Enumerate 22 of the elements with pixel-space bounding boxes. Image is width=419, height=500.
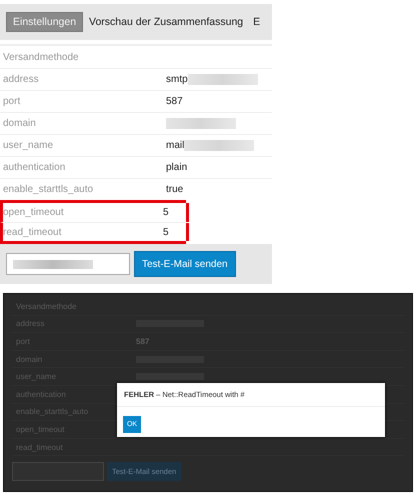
setting-name: address bbox=[2, 74, 40, 85]
setting-name: user_name bbox=[2, 140, 54, 151]
setting-name: enable_starttls_auto bbox=[2, 184, 94, 195]
setting-name: open_timeout bbox=[3, 207, 65, 218]
setting-name: authentication bbox=[2, 162, 66, 173]
setting-value: 5 bbox=[163, 226, 169, 238]
tab[interactable]: Einstellungen bbox=[6, 12, 84, 32]
tab[interactable]: Vorschau der Zusammenfassung bbox=[85, 12, 248, 32]
email-field[interactable] bbox=[6, 253, 130, 275]
setting-name: read_timeout bbox=[3, 226, 62, 238]
setting-name: port bbox=[2, 96, 22, 107]
setting-value: mail bbox=[166, 140, 184, 151]
section-heading: Versandmethode bbox=[3, 52, 79, 62]
setting-value: 5 bbox=[163, 207, 169, 218]
setting-value: plain bbox=[166, 162, 188, 173]
send-test-email-button[interactable]: Test-E-Mail senden bbox=[134, 251, 236, 277]
setting-value: true bbox=[166, 184, 184, 195]
setting-name: domain bbox=[2, 118, 37, 129]
setting-value: 587 bbox=[166, 96, 183, 107]
email-field[interactable] bbox=[12, 462, 104, 482]
setting-value: smtp bbox=[166, 74, 188, 85]
tab[interactable]: E bbox=[249, 12, 264, 32]
